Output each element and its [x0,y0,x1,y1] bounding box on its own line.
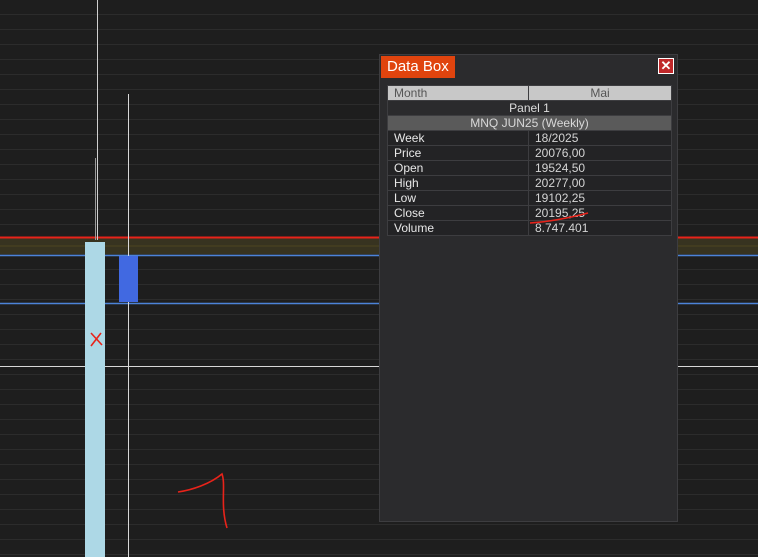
candle-body [119,256,138,302]
one-mark-annotation [177,472,228,529]
data-box-panel[interactable]: Data Box ✕ Month Mai Panel 1 MNQ JUN25 (… [379,54,678,522]
volume-bar [85,242,105,557]
close-underline-annotation [529,212,589,224]
